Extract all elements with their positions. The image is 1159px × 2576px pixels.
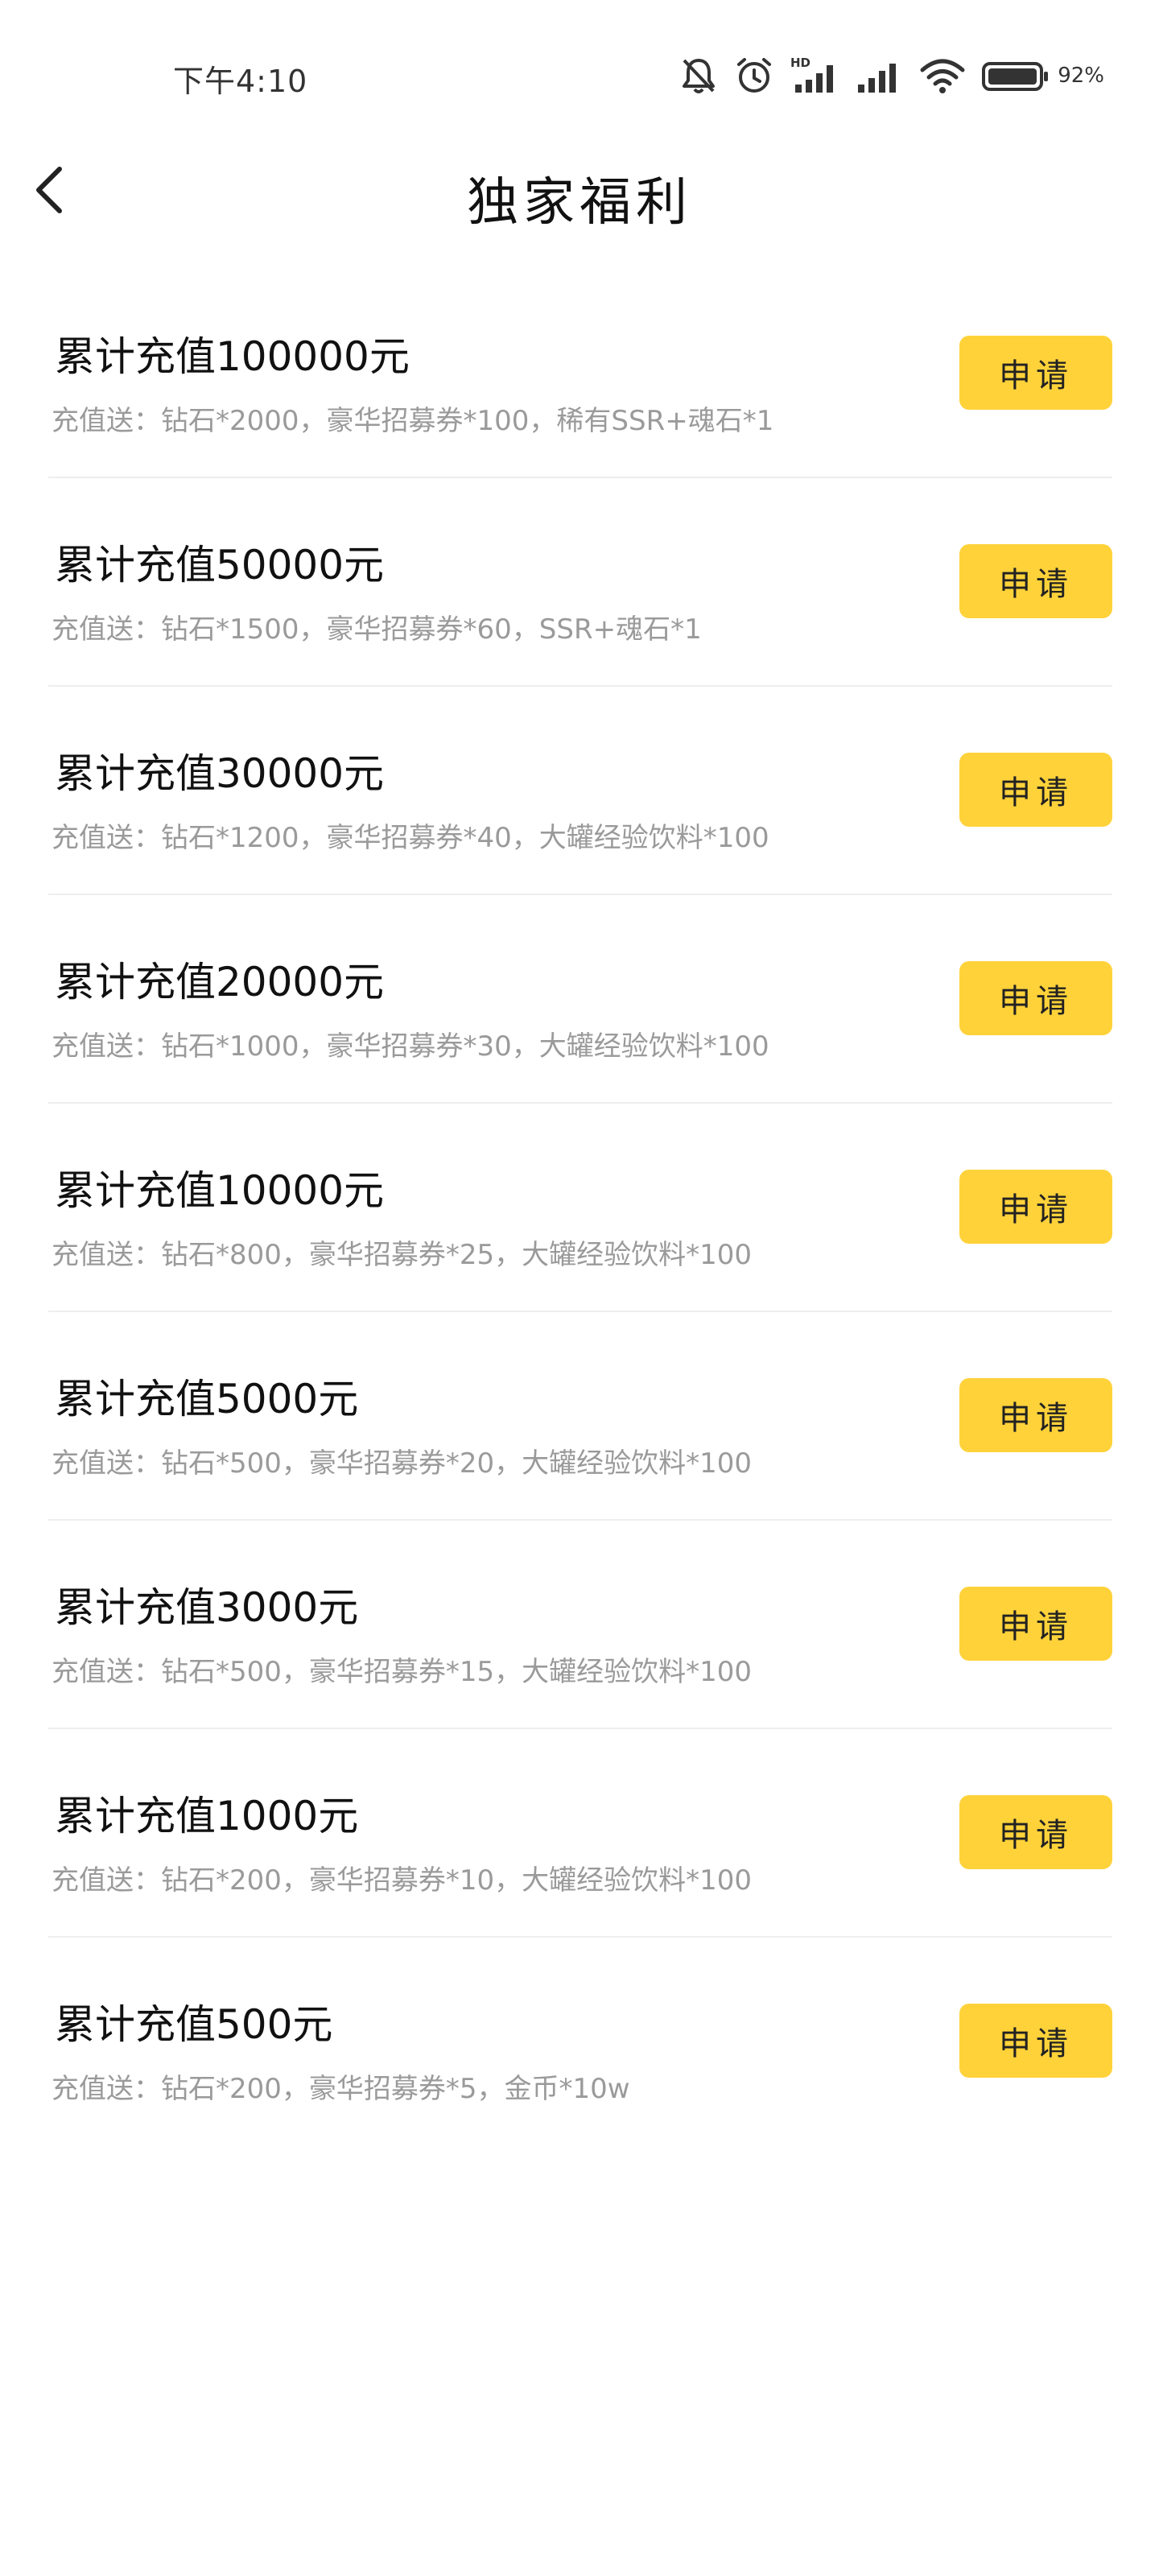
signal-hd-icon: HD [790,56,840,96]
page-title: 独家福利 [467,173,692,233]
benefit-list: 累计充值100000元 充值送：钻石*2000，豪华招募券*100，稀有SSR+… [48,270,1112,2146]
apply-button[interactable]: 申请 [959,753,1112,827]
benefit-item: 累计充值100000元 充值送：钻石*2000，豪华招募券*100，稀有SSR+… [48,270,1112,478]
benefit-description: 充值送：钻石*200，豪华招募券*5，金币*10w [52,2073,630,2105]
benefit-description: 充值送：钻石*500，豪华招募券*15，大罐经验饮料*100 [52,1656,753,1688]
svg-text:HD: HD [790,56,810,70]
apply-button[interactable]: 申请 [959,336,1112,410]
benefit-item: 累计充值20000元 充值送：钻石*1000，豪华招募券*30，大罐经验饮料*1… [48,895,1112,1104]
benefit-title: 累计充值50000元 [55,542,385,588]
benefit-title: 累计充值500元 [55,2001,333,2048]
apply-button[interactable]: 申请 [959,1170,1112,1244]
benefit-item: 累计充值500元 充值送：钻石*200，豪华招募券*5，金币*10w 申请 [48,1938,1112,2146]
alarm-icon [734,56,774,96]
status-time: 下午4:10 [173,64,308,99]
battery-percent: 92% [1058,64,1104,88]
benefit-title: 累计充值1000元 [55,1793,359,1839]
benefit-title: 累计充值30000元 [55,750,385,797]
benefit-item: 累计充值30000元 充值送：钻石*1200，豪华招募券*40，大罐经验饮料*1… [48,687,1112,895]
benefit-description: 充值送：钻石*800，豪华招募券*25，大罐经验饮料*100 [52,1239,753,1271]
apply-button[interactable]: 申请 [959,2004,1112,2078]
benefit-title: 累计充值20000元 [55,959,385,1005]
benefit-description: 充值送：钻石*2000，豪华招募券*100，稀有SSR+魂石*1 [52,405,774,437]
status-icons: HD 92% [663,53,1104,98]
benefit-title: 累计充值3000元 [55,1584,359,1631]
benefit-description: 充值送：钻石*200，豪华招募券*10，大罐经验饮料*100 [52,1864,753,1897]
benefit-description: 充值送：钻石*1000，豪华招募券*30，大罐经验饮料*100 [52,1030,769,1063]
battery-icon [982,56,1050,96]
benefit-item: 累计充值5000元 充值送：钻石*500，豪华招募券*20，大罐经验饮料*100… [48,1312,1112,1521]
apply-button[interactable]: 申请 [959,1378,1112,1452]
benefit-title: 累计充值10000元 [55,1167,385,1214]
mute-icon [679,56,718,96]
benefit-title: 累计充值100000元 [55,333,410,380]
benefit-item: 累计充值50000元 充值送：钻石*1500，豪华招募券*60，SSR+魂石*1… [48,478,1112,687]
status-bar: 下午4:10 HD 92% [0,0,1159,153]
apply-button[interactable]: 申请 [959,544,1112,618]
nav-bar: 独家福利 [0,137,1159,242]
apply-button[interactable]: 申请 [959,1795,1112,1869]
benefit-description: 充值送：钻石*1200，豪华招募券*40，大罐经验饮料*100 [52,822,769,854]
benefit-item: 累计充值3000元 充值送：钻石*500，豪华招募券*15，大罐经验饮料*100… [48,1521,1112,1729]
benefit-item: 累计充值10000元 充值送：钻石*800，豪华招募券*25，大罐经验饮料*10… [48,1104,1112,1312]
benefit-description: 充值送：钻石*500，豪华招募券*20，大罐经验饮料*100 [52,1447,753,1480]
apply-button[interactable]: 申请 [959,961,1112,1035]
wifi-icon [919,56,966,96]
apply-button[interactable]: 申请 [959,1587,1112,1661]
signal-icon [856,56,903,96]
benefit-title: 累计充值5000元 [55,1376,359,1422]
benefit-item: 累计充值1000元 充值送：钻石*200，豪华招募券*10，大罐经验饮料*100… [48,1729,1112,1938]
benefit-description: 充值送：钻石*1500，豪华招募券*60，SSR+魂石*1 [52,613,702,646]
